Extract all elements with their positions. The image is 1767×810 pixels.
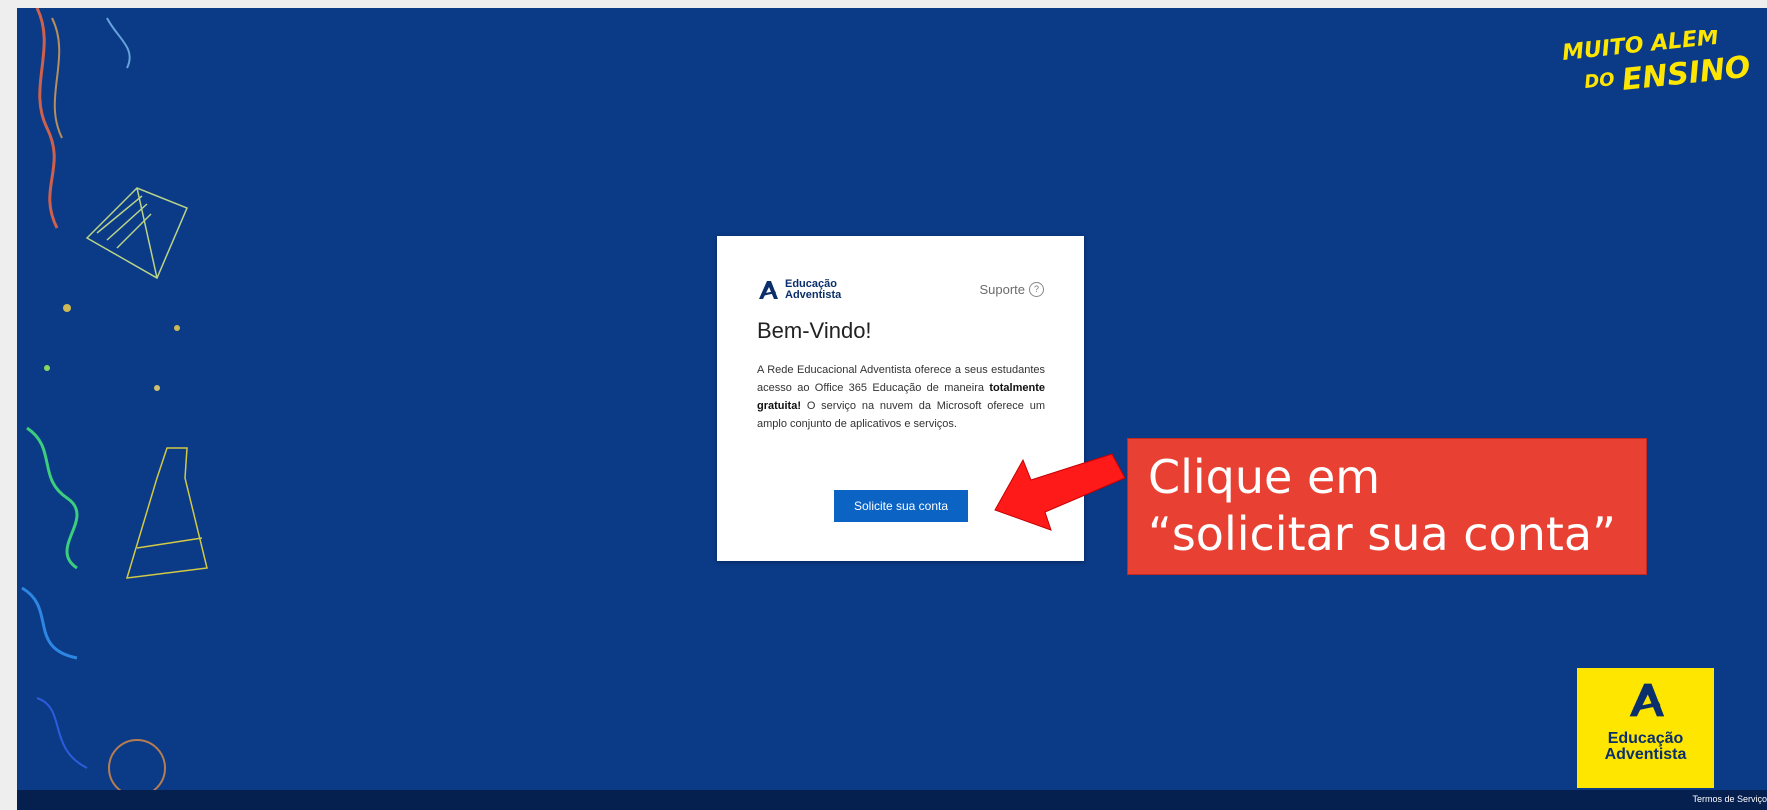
page-title: Bem-Vindo! [757, 318, 872, 343]
request-account-button[interactable]: Solicite sua conta [834, 490, 968, 522]
page-background: MUITO ALÉM DO ENSINO Educação Adventista… [17, 8, 1767, 810]
callout-line-2: “solicitar sua conta” [1148, 507, 1616, 561]
adventista-a-icon [1629, 683, 1664, 717]
red-arrow-annotation [994, 453, 1126, 531]
question-circle-icon: ? [1029, 282, 1044, 297]
science-decoration-illustration [21, 8, 208, 797]
terms-of-service-link[interactable]: Termos de Serviço [1692, 794, 1767, 804]
support-link[interactable]: Suporte ? [979, 282, 1044, 297]
instruction-callout: Clique em “solicitar sua conta” [1127, 438, 1647, 575]
card-header: Educação Adventista Suporte ? [757, 276, 1044, 304]
book-illustration [85, 187, 188, 280]
educacao-adventista-logo: Educação Adventista [757, 276, 865, 304]
callout-line-1: Clique em [1148, 450, 1381, 504]
slogan-logo: MUITO ALÉM DO ENSINO [1555, 24, 1755, 110]
svg-text:DO: DO [1583, 69, 1615, 93]
footer-bar: Termos de Serviço [17, 790, 1767, 810]
logo-text: Educação Adventista [785, 279, 865, 301]
description-text-2: O serviço na nuvem da Microsoft oferece … [757, 400, 1045, 430]
logo-line-2: Adventista [785, 289, 842, 301]
adventista-a-icon [759, 281, 778, 299]
badge-line-2: Adventista [1604, 746, 1687, 763]
welcome-description: A Rede Educacional Adventista oferece a … [757, 361, 1045, 433]
educacao-adventista-badge: Educação Adventista [1577, 668, 1714, 788]
flask-illustration [125, 447, 208, 579]
badge-line-1: Educação [1607, 730, 1684, 747]
badge-text: Educação Adventista [1577, 731, 1714, 763]
support-label: Suporte [979, 282, 1025, 297]
